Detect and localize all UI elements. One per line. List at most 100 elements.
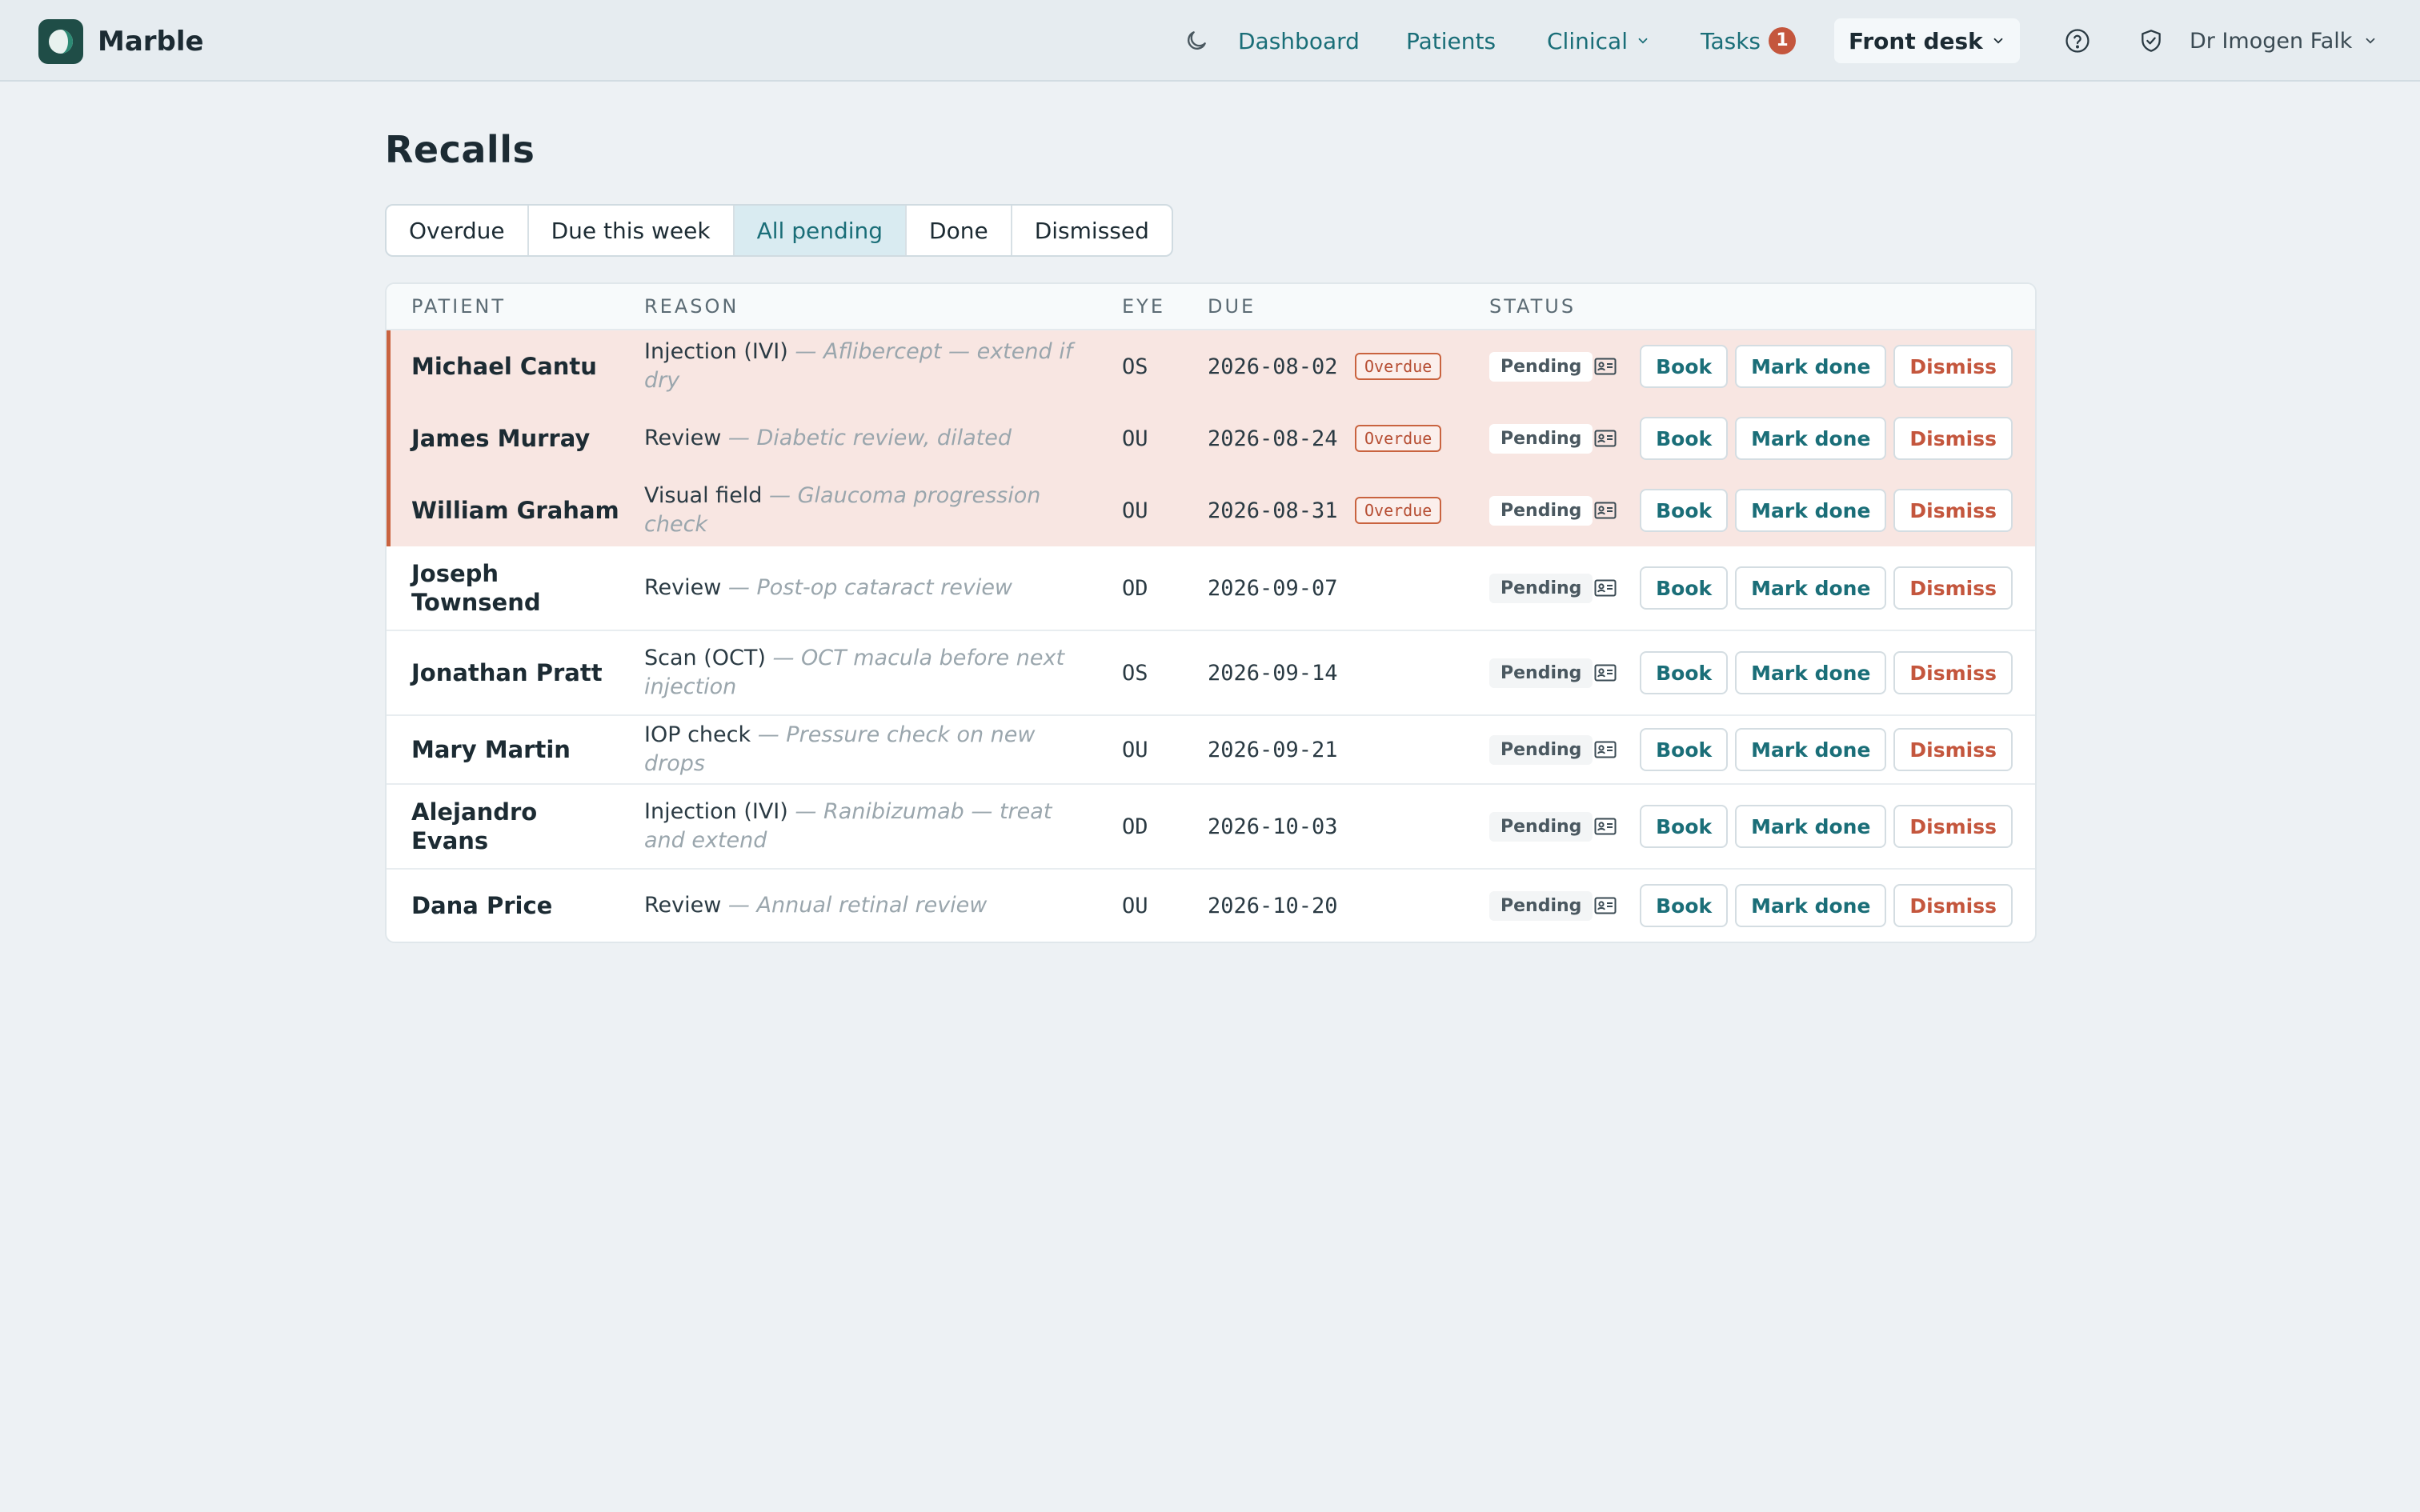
recall-reason: IOP check — Pressure check on new drops [644, 721, 1092, 778]
nav-dashboard[interactable]: Dashboard [1238, 0, 1360, 82]
patient-name[interactable]: Joseph Townsend [411, 559, 619, 617]
column-header-reason: REASON [644, 295, 739, 318]
chevron-down-icon [1991, 34, 2005, 48]
tab-overdue[interactable]: Overdue [387, 206, 529, 255]
status-badge: Pending [1489, 811, 1593, 842]
front-desk-menu[interactable]: Front desk [1834, 0, 2020, 82]
book-button[interactable]: Book [1640, 417, 1729, 460]
book-button[interactable]: Book [1640, 489, 1729, 532]
help-button[interactable] [2055, 0, 2100, 82]
dismiss-button[interactable]: Dismiss [1893, 728, 2013, 771]
mark-done-button[interactable]: Mark done [1735, 884, 1887, 927]
top-bar: Marble Dashboard Patients Clinical Tasks… [0, 0, 2420, 82]
page-title: Recalls [385, 128, 535, 171]
dismiss-button[interactable]: Dismiss [1893, 566, 2013, 610]
mark-done-button[interactable]: Mark done [1735, 651, 1887, 694]
patient-name[interactable]: William Graham [411, 496, 619, 525]
patient-name[interactable]: Alejandro Evans [411, 798, 619, 855]
column-header-eye: EYE [1122, 295, 1165, 318]
user-name: Dr Imogen Falk [2190, 28, 2353, 54]
dismiss-button[interactable]: Dismiss [1893, 651, 2013, 694]
id-card-icon[interactable] [1594, 502, 1617, 519]
tab-all-pending[interactable]: All pending [734, 206, 908, 255]
mark-done-button[interactable]: Mark done [1735, 805, 1887, 848]
id-card-icon[interactable] [1594, 741, 1617, 758]
book-button[interactable]: Book [1640, 805, 1729, 848]
table-row: Michael Cantu Injection (IVI) — Afliberce… [387, 330, 2035, 402]
chevron-down-icon [2363, 34, 2378, 48]
brand[interactable]: Marble [38, 19, 204, 64]
nav-patients[interactable]: Patients [1406, 0, 1496, 82]
overdue-badge: Overdue [1355, 497, 1442, 524]
patient-name[interactable]: Mary Martin [411, 735, 619, 764]
mark-done-button[interactable]: Mark done [1735, 566, 1887, 610]
book-button[interactable]: Book [1640, 345, 1729, 388]
table-row: Joseph Townsend Review — Post-op cataract… [387, 546, 2035, 631]
theme-toggle-button[interactable] [1174, 0, 1219, 82]
help-circle-icon [2064, 27, 2091, 54]
dismiss-button[interactable]: Dismiss [1893, 489, 2013, 532]
patient-name[interactable]: James Murray [411, 424, 619, 453]
nav-tasks[interactable]: Tasks 1 [1701, 0, 1797, 82]
dismiss-button[interactable]: Dismiss [1893, 345, 2013, 388]
due-date: 2026-10-03 [1208, 814, 1338, 839]
book-button[interactable]: Book [1640, 651, 1729, 694]
chevron-down-icon [1636, 34, 1650, 48]
main-nav: Dashboard Patients Clinical Tasks 1 Fron… [1140, 0, 2420, 82]
book-button[interactable]: Book [1640, 566, 1729, 610]
recalls-table: PATIENT REASON EYE DUE STATUS Michael Ca… [385, 282, 2037, 943]
reason-type: Scan (OCT) [644, 646, 766, 670]
due-date: 2026-09-21 [1208, 737, 1338, 762]
due-date: 2026-08-31 [1208, 498, 1338, 523]
security-button[interactable] [2129, 0, 2174, 82]
mark-done-button[interactable]: Mark done [1735, 489, 1887, 532]
table-row: James Murray Review — Diabetic review, di… [387, 402, 2035, 474]
marble-logo-icon [38, 19, 83, 64]
mark-done-button[interactable]: Mark done [1735, 417, 1887, 460]
overdue-badge: Overdue [1355, 353, 1442, 380]
eye-value: OU [1122, 498, 1148, 523]
tasks-count-badge: 1 [1769, 27, 1797, 54]
tab-done[interactable]: Done [907, 206, 1012, 255]
reason-type: Review [644, 426, 722, 450]
recall-filter-tabs: Overdue Due this week All pending Done Dismi… [385, 204, 1173, 257]
id-card-icon[interactable] [1594, 818, 1617, 835]
book-button[interactable]: Book [1640, 884, 1729, 927]
recall-reason: Review — Diabetic review, dilated [644, 424, 1092, 453]
recall-reason: Review — Post-op cataract review [644, 574, 1092, 602]
overdue-badge: Overdue [1355, 425, 1442, 452]
front-desk-button[interactable]: Front desk [1834, 18, 2020, 63]
book-button[interactable]: Book [1640, 728, 1729, 771]
status-badge: Pending [1489, 658, 1593, 688]
patient-name[interactable]: Jonathan Pratt [411, 658, 619, 687]
id-card-icon[interactable] [1594, 664, 1617, 682]
user-menu[interactable]: Dr Imogen Falk [2190, 0, 2378, 82]
table-row: Alejandro Evans Injection (IVI) — Ranibiz… [387, 785, 2035, 870]
tab-dismissed[interactable]: Dismissed [1012, 206, 1172, 255]
dismiss-button[interactable]: Dismiss [1893, 417, 2013, 460]
recall-reason: Review — Annual retinal review [644, 891, 1092, 920]
table-row: William Graham Visual field — Glaucoma pr… [387, 474, 2035, 546]
tab-due-this-week[interactable]: Due this week [529, 206, 735, 255]
id-card-icon[interactable] [1594, 358, 1617, 375]
status-badge: Pending [1489, 734, 1593, 765]
status-badge: Pending [1489, 423, 1593, 454]
patient-name[interactable]: Dana Price [411, 891, 619, 920]
patient-name[interactable]: Michael Cantu [411, 352, 619, 381]
due-date: 2026-10-20 [1208, 893, 1338, 918]
mark-done-button[interactable]: Mark done [1735, 345, 1887, 388]
eye-value: OD [1122, 575, 1148, 601]
dismiss-button[interactable]: Dismiss [1893, 884, 2013, 927]
id-card-icon[interactable] [1594, 897, 1617, 914]
reason-note: — Diabetic review, dilated [721, 426, 1012, 450]
reason-type: Review [644, 575, 722, 600]
mark-done-button[interactable]: Mark done [1735, 728, 1887, 771]
table-row: Dana Price Review — Annual retinal review… [387, 870, 2035, 942]
eye-value: OD [1122, 814, 1148, 839]
id-card-icon[interactable] [1594, 579, 1617, 597]
id-card-icon[interactable] [1594, 430, 1617, 447]
dismiss-button[interactable]: Dismiss [1893, 805, 2013, 848]
eye-value: OS [1122, 354, 1148, 379]
nav-clinical[interactable]: Clinical [1547, 0, 1650, 82]
eye-value: OS [1122, 660, 1148, 686]
